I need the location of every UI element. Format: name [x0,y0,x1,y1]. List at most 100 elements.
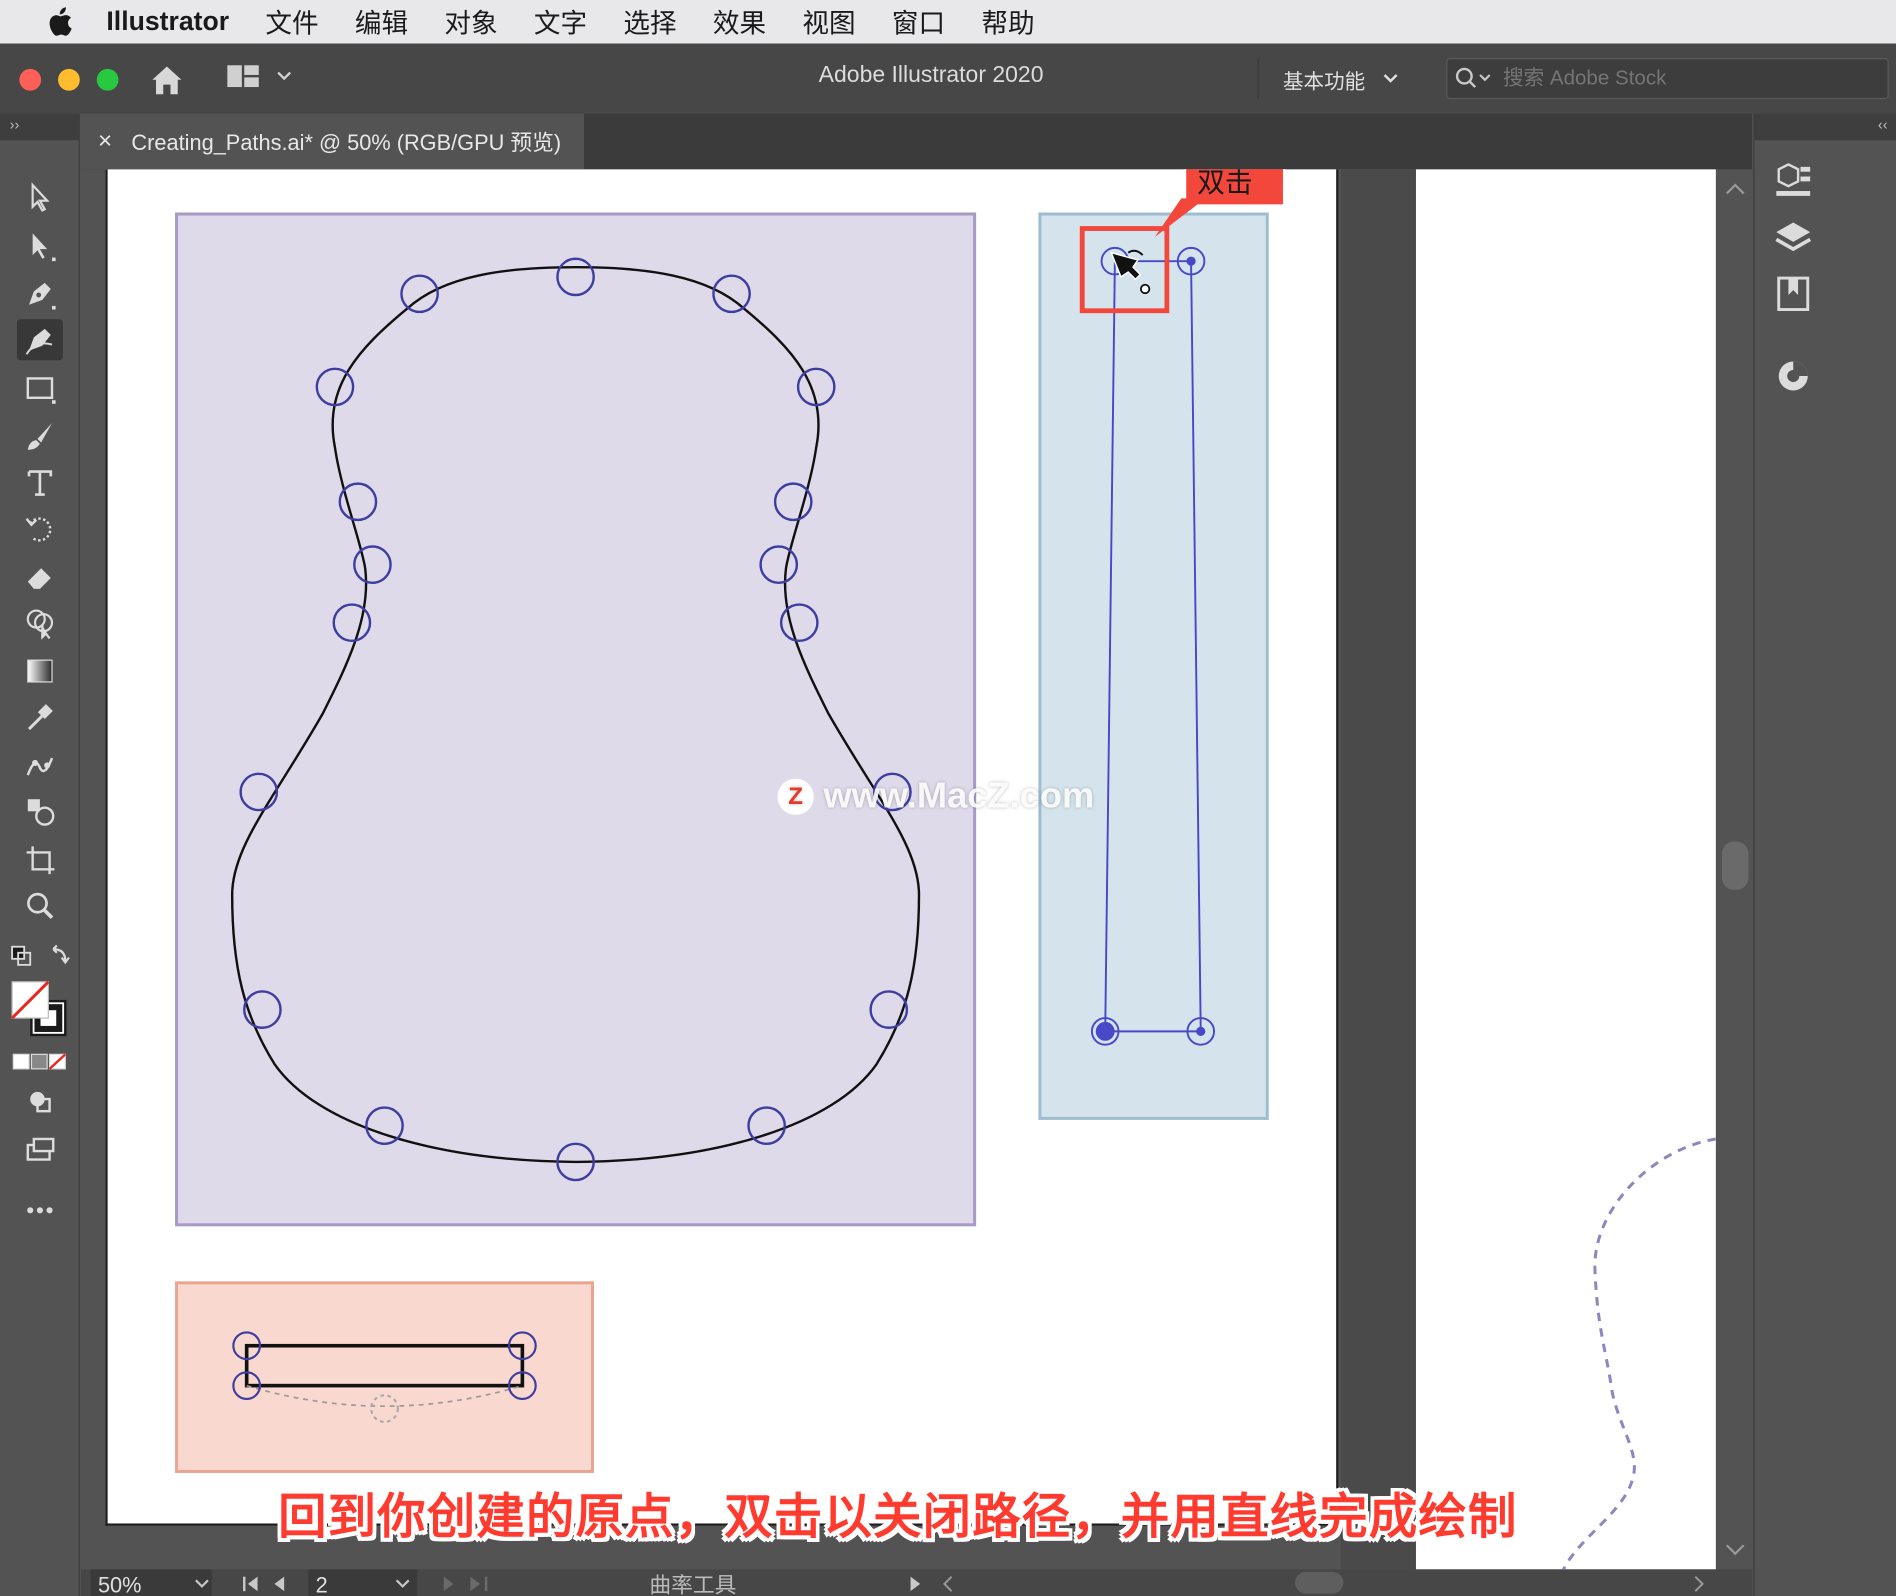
close-window-button[interactable] [19,68,42,91]
macz-logo-icon: Z [777,778,814,815]
menu-edit[interactable]: 编辑 [355,2,408,41]
puppet-warp-tool[interactable] [17,745,63,786]
home-icon[interactable] [148,60,187,99]
more-dots-icon [27,1207,53,1214]
curvature-pen-icon [25,328,53,355]
draw-mode-icon [30,1091,51,1113]
menu-effect[interactable]: 效果 [713,2,766,41]
scroll-down-icon[interactable] [1717,1538,1753,1562]
scroll-thumb[interactable] [1721,841,1749,890]
gradient-icon [27,659,53,683]
rectangle-tool[interactable] [17,368,63,409]
chevron-down-icon [1383,74,1398,83]
eraser-tool[interactable] [17,556,63,597]
type-t-icon [27,470,53,496]
properties-icon[interactable] [1771,160,1815,201]
artboard-icon [26,846,55,875]
eyedropper-tool[interactable] [17,696,63,737]
next-last-artboard-icon[interactable] [434,1574,494,1593]
status-bar: 50% 2 曲率工具 [81,1569,1753,1596]
panel-expand-icon[interactable]: ‹‹ [1754,113,1896,141]
rotate-tool[interactable] [17,508,63,549]
document-tab[interactable]: × Creating_Paths.ai* @ 50% (RGB/GPU 预览) [81,113,585,170]
default-fill-stroke-button[interactable] [7,936,75,977]
shape-builder-tool[interactable] [17,602,63,643]
close-tab-icon[interactable]: × [98,128,112,156]
status-menu-arrows-icon[interactable] [908,1574,956,1593]
symbol-sprayer-icon [27,799,55,826]
bridge-template[interactable] [175,1281,595,1473]
stock-search[interactable] [1446,58,1889,100]
zoom-dropdown-icon[interactable] [192,1577,211,1592]
artboard-tool[interactable] [17,839,63,880]
paintbrush-icon [27,423,52,450]
minimize-window-button[interactable] [58,68,80,91]
search-input[interactable] [1503,66,1866,91]
symbol-sprayer-tool[interactable] [17,791,63,832]
color-mode-buttons[interactable] [12,1052,68,1071]
first-prev-artboard-icon[interactable] [238,1574,298,1593]
layers-icon[interactable] [1771,218,1815,259]
guitar-neck-template[interactable] [1038,212,1269,1120]
zoom-window-button[interactable] [96,68,119,91]
menu-view[interactable]: 视图 [802,2,855,41]
direct-selection-arrow-icon [32,233,56,262]
menu-type[interactable]: 文字 [534,2,587,41]
color-guide-icon[interactable] [1771,355,1815,396]
type-tool[interactable] [17,462,63,503]
curvature-tool[interactable] [16,319,63,361]
puppet-warp-icon [26,757,54,776]
toolbar-collapse-icon[interactable]: ›› [0,113,80,141]
guitar-body-template[interactable] [175,212,977,1227]
direct-selection-tool[interactable] [17,225,63,266]
screen-mode-icon [26,1137,55,1161]
illustrator-window: Illustrator 文件 编辑 对象 文字 选择 效果 视图 窗口 帮助 A… [0,0,1896,1596]
menu-window[interactable]: 窗口 [892,2,945,41]
watermark-text: www.MacZ.com [823,776,1095,817]
libraries-icon[interactable] [1771,273,1815,314]
document-tab-title: Creating_Paths.ai* @ 50% (RGB/GPU 预览) [131,130,562,155]
draw-mode-button[interactable] [17,1081,63,1122]
eraser-icon [27,568,51,589]
menu-app-name[interactable]: Illustrator [106,6,229,37]
artboard-dropdown-icon[interactable] [393,1577,412,1592]
vertical-scrollbar[interactable] [1717,169,1754,1570]
edit-toolbar-button[interactable] [17,1190,63,1231]
tools-panel: ›› [0,113,80,1596]
artwork-layer [175,212,1716,1570]
workspace-switcher[interactable]: 基本功能 [1257,58,1399,100]
menu-select[interactable]: 选择 [623,2,676,41]
right-panel-dock: ‹‹ [1753,113,1896,1596]
search-icon [1455,67,1491,88]
document-tab-bar: × Creating_Paths.ai* @ 50% (RGB/GPU 预览) [81,113,1753,170]
current-tool-name: 曲率工具 [649,1573,737,1596]
apple-icon[interactable] [41,6,77,37]
canvas-area[interactable]: 双击 Z www.MacZ.com [81,169,1716,1570]
pen-icon [29,282,56,310]
selection-tool[interactable] [17,177,63,218]
callout-pointer [1154,198,1206,237]
paintbrush-tool[interactable] [17,416,63,457]
tutorial-caption: 回到你创建的原点，双击以关闭路径，并用直线完成绘制 [278,1490,1518,1545]
zoom-tool[interactable] [17,885,63,926]
rectangle-icon [26,377,56,404]
watermark: Z www.MacZ.com [777,776,1095,817]
fill-stroke-swatch[interactable] [10,979,70,1039]
selection-arrow-icon [31,182,50,212]
scroll-right-icon[interactable] [1689,1574,1708,1593]
shape-builder-icon [26,609,54,640]
callout-label: 双击 [1197,169,1253,199]
swap-fill-stroke-icon [11,944,70,966]
menu-help[interactable]: 帮助 [981,2,1034,41]
horizontal-scroll-thumb[interactable] [1295,1571,1344,1594]
scroll-up-icon[interactable] [1717,177,1753,201]
screen-mode-button[interactable] [17,1129,63,1170]
eyedropper-icon [27,704,53,731]
menu-file[interactable]: 文件 [265,2,318,41]
menu-bar: Illustrator 文件 编辑 对象 文字 选择 效果 视图 窗口 帮助 [0,0,1896,44]
gradient-tool[interactable] [17,650,63,691]
workspace-label: 基本功能 [1282,69,1366,93]
menu-object[interactable]: 对象 [444,2,497,41]
arrange-documents-icon[interactable] [225,63,298,92]
pen-tool[interactable] [17,273,63,314]
